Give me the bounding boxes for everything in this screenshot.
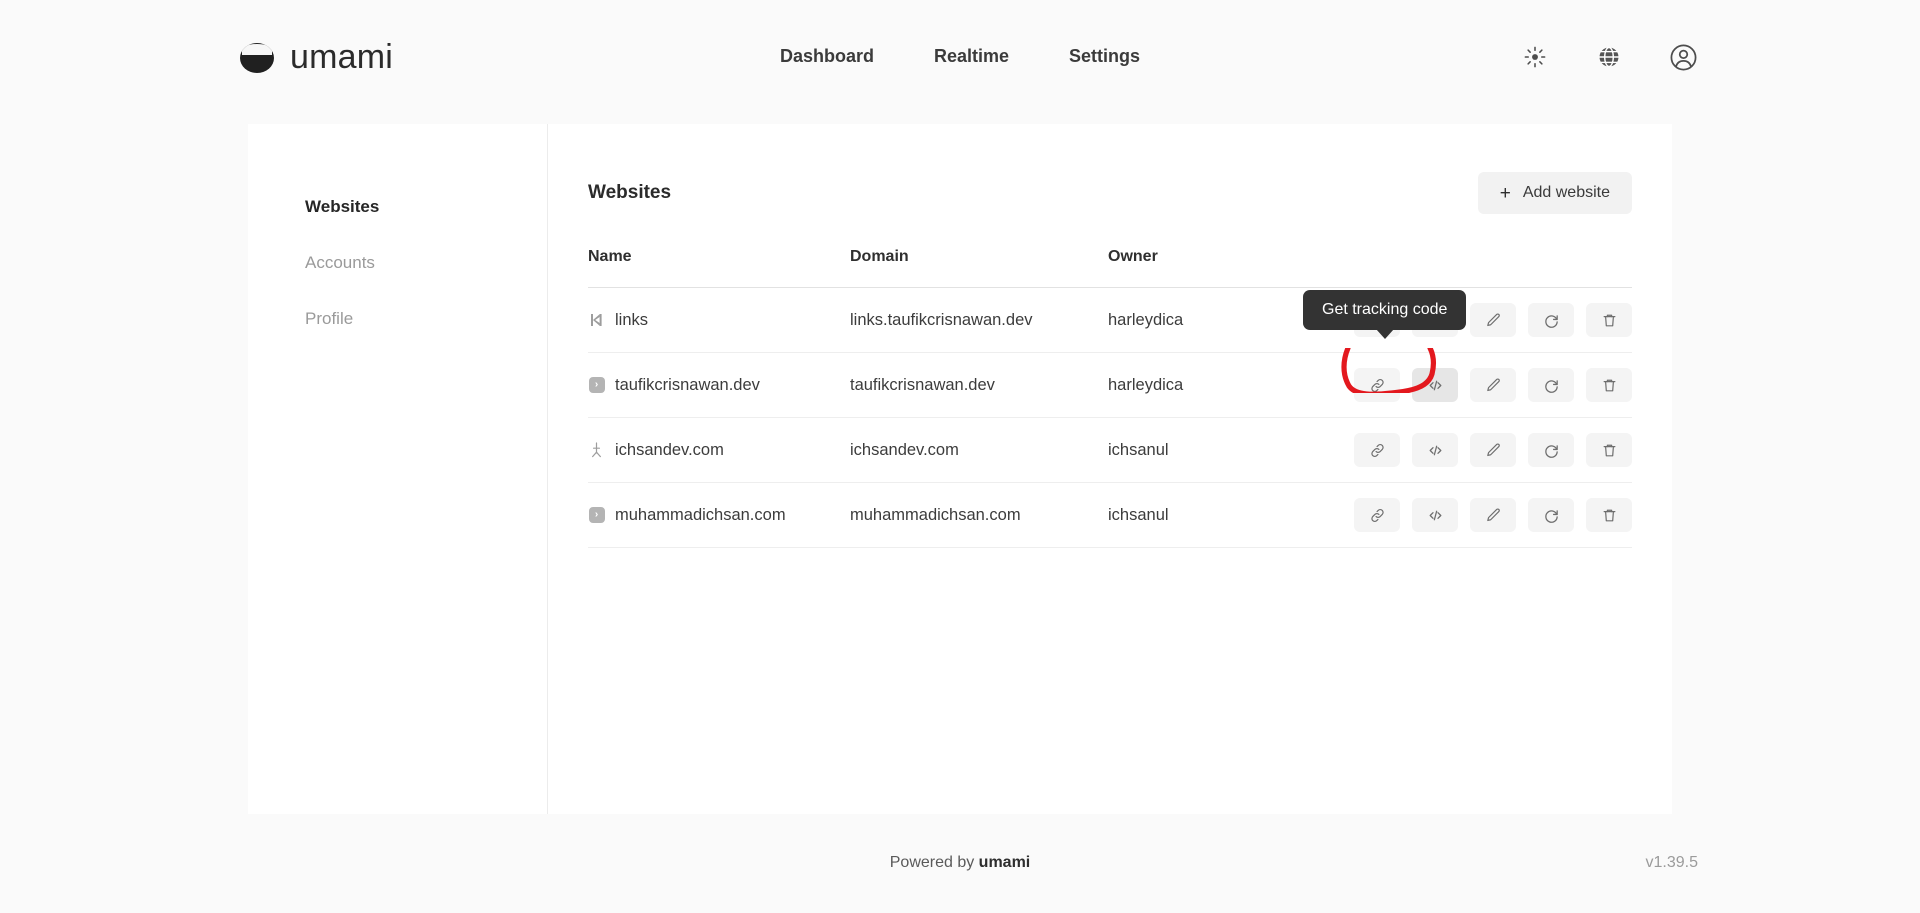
sidebar-item-label: Profile (305, 309, 353, 329)
main-card: Websites Accounts Profile Websites + Add… (248, 124, 1672, 814)
trash-icon-button[interactable] (1586, 368, 1632, 402)
link-icon-button[interactable] (1354, 498, 1400, 532)
vercel-chevron-icon: › (588, 507, 605, 524)
powered-by-prefix: Powered by (890, 854, 979, 871)
vercel-chevron-icon: › (588, 377, 605, 394)
nav-item-realtime[interactable]: Realtime (934, 46, 1009, 67)
user-circle-icon[interactable] (1668, 42, 1698, 72)
add-website-button[interactable]: + Add website (1478, 172, 1632, 214)
reset-icon-button[interactable] (1528, 498, 1574, 532)
link-icon-button[interactable] (1354, 433, 1400, 467)
cell-name[interactable]: ichsandev.com (615, 441, 724, 460)
sidebar-item-websites[interactable]: Websites (248, 179, 547, 235)
pencil-icon-button[interactable] (1470, 498, 1516, 532)
cell-domain: muhammadichsan.com (850, 506, 1021, 524)
sun-icon[interactable] (1520, 42, 1550, 72)
trash-icon-button[interactable] (1586, 303, 1632, 337)
code-icon-button[interactable] (1412, 368, 1458, 402)
code-icon-button[interactable] (1412, 433, 1458, 467)
app-footer: Powered by umami v1.39.5 (0, 845, 1920, 885)
websites-table: Name Domain Owner (588, 248, 1632, 548)
brand[interactable]: umami (240, 38, 393, 77)
reset-icon-button[interactable] (1528, 303, 1574, 337)
sidebar-item-label: Accounts (305, 253, 375, 273)
table-row: › taufikcrisnawan.dev taufikcrisnawan.de… (588, 353, 1632, 418)
cell-domain: ichsandev.com (850, 441, 959, 459)
plus-icon: + (1500, 184, 1511, 203)
reset-icon-button[interactable] (1528, 368, 1574, 402)
cell-domain: links.taufikcrisnawan.dev (850, 311, 1033, 329)
table-row: links links.taufikcrisnawan.dev harleydi… (588, 288, 1632, 353)
column-header-owner: Owner (1108, 248, 1158, 265)
sidebar-item-accounts[interactable]: Accounts (248, 235, 547, 291)
brand-name: umami (290, 38, 393, 77)
trash-icon-button[interactable] (1586, 433, 1632, 467)
cell-owner: ichsanul (1108, 506, 1169, 524)
trash-icon-button[interactable] (1586, 498, 1632, 532)
cell-owner: harleydica (1108, 376, 1183, 394)
sidebar-item-label: Websites (305, 197, 379, 217)
table-header-row: Name Domain Owner (588, 248, 1632, 288)
cell-name[interactable]: links (615, 311, 648, 330)
column-header-name: Name (588, 248, 632, 266)
links-glyph-icon (588, 312, 605, 329)
tooltip-get-tracking-code: Get tracking code (1303, 290, 1466, 330)
main-nav: Dashboard Realtime Settings (780, 46, 1140, 67)
sidebar-item-profile[interactable]: Profile (248, 291, 547, 347)
add-website-label: Add website (1523, 184, 1610, 202)
nav-item-settings[interactable]: Settings (1069, 46, 1140, 67)
cell-name[interactable]: taufikcrisnawan.dev (615, 376, 760, 395)
globe-icon[interactable] (1594, 42, 1624, 72)
tooltip-text: Get tracking code (1322, 301, 1447, 318)
pencil-icon-button[interactable] (1470, 368, 1516, 402)
reset-icon-button[interactable] (1528, 433, 1574, 467)
umami-bowl-logo-icon (240, 41, 274, 75)
page-title: Websites (588, 182, 671, 204)
table-row: ichsandev.com ichsandev.com ichsanul (588, 418, 1632, 483)
header-icon-group (1520, 42, 1698, 72)
nav-item-dashboard[interactable]: Dashboard (780, 46, 874, 67)
cell-domain: taufikcrisnawan.dev (850, 376, 995, 394)
person-glyph-icon (588, 442, 605, 459)
link-icon-button[interactable] (1354, 368, 1400, 402)
content-header: Websites + Add website (588, 170, 1632, 216)
cell-owner: ichsanul (1108, 441, 1169, 459)
app-header: umami Dashboard Realtime Settings (0, 0, 1920, 122)
column-header-domain: Domain (850, 248, 909, 265)
settings-sidebar: Websites Accounts Profile (248, 124, 548, 814)
cell-name[interactable]: muhammadichsan.com (615, 506, 786, 525)
cell-owner: harleydica (1108, 311, 1183, 329)
settings-content: Websites + Add website Name Domain Owner (548, 124, 1672, 814)
powered-by-brand: umami (979, 854, 1031, 871)
pencil-icon-button[interactable] (1470, 433, 1516, 467)
code-icon-button[interactable] (1412, 498, 1458, 532)
app-root: umami Dashboard Realtime Settings (0, 0, 1920, 913)
powered-by: Powered by umami (890, 854, 1031, 872)
version-label[interactable]: v1.39.5 (1646, 854, 1698, 872)
table-row: › muhammadichsan.com muhammadichsan.com … (588, 483, 1632, 548)
pencil-icon-button[interactable] (1470, 303, 1516, 337)
